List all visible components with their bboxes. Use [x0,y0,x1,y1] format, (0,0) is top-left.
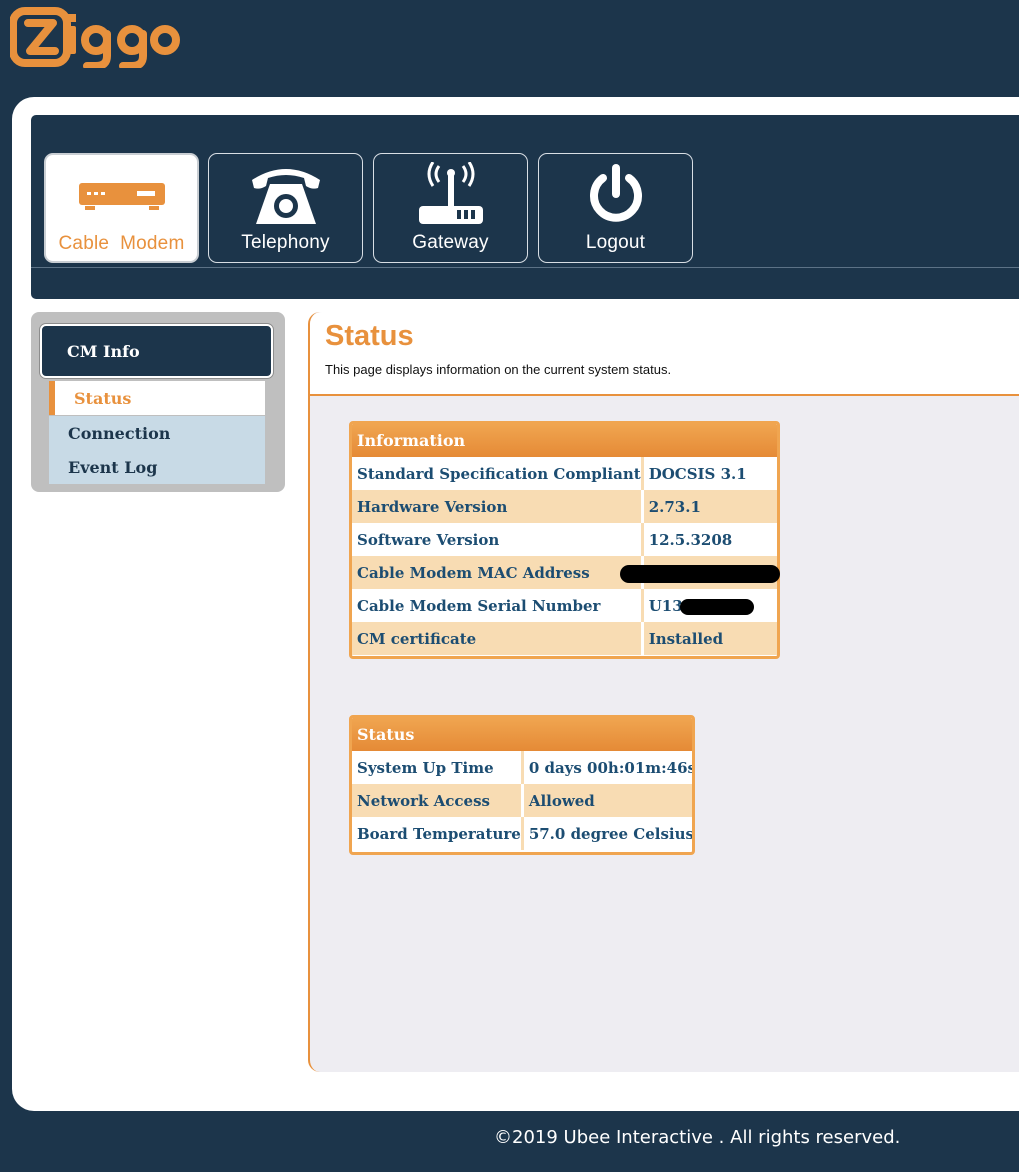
row-label: Cable Modem Serial Number [352,589,643,622]
page-title: Status [325,320,414,352]
nav-logout[interactable]: Logout [538,153,693,263]
ziggo-logo [10,6,180,68]
row-value: DOCSIS 3.1 [640,457,777,490]
page-description: This page displays information on the cu… [325,362,672,377]
nav-logout-label: Logout [585,232,646,253]
sidebar-item-status[interactable]: Status [49,381,265,415]
row-value: Allowed [520,784,692,817]
row-value: 12.5.3208 [640,523,777,556]
nav-gateway[interactable]: Gateway [373,153,528,263]
redaction-mark [680,599,754,615]
top-navigation: Cable Modem Telephony Gateway Logout [31,115,1019,299]
router-wifi-icon [374,160,527,230]
footer-copyright: ©2019 Ubee Interactive . All rights rese… [494,1127,901,1148]
table-row: Board Temperature 57.0 degree Celsius [352,817,692,850]
nav-cable-modem[interactable]: Cable Modem [44,153,199,263]
row-label: Network Access [352,784,523,817]
information-table: Information Standard Specification Compl… [349,421,780,659]
sidebar-item-event-log[interactable]: Event Log [49,450,265,484]
telephone-icon [209,160,362,230]
page-header: Status This page displays information on… [310,312,1019,396]
power-icon [539,160,692,230]
row-label: CM certificate [352,622,643,655]
table-row: Software Version 12.5.3208 [352,523,777,556]
row-label: Standard Specification Compliant [352,457,643,490]
table-row: Network Access Allowed [352,784,692,817]
status-table-header: Status [352,718,692,751]
nav-divider [31,267,1019,268]
row-label: System Up Time [352,751,523,784]
table-row: Hardware Version 2.73.1 [352,490,777,523]
sidebar: CM Info Status Connection Event Log [31,312,285,492]
row-label: Software Version [352,523,643,556]
row-label: Board Temperature [352,817,523,850]
nav-gateway-label: Gateway [412,232,489,253]
nav-telephony-label: Telephony [241,232,330,253]
nav-telephony[interactable]: Telephony [208,153,363,263]
cable-modem-icon [46,161,197,231]
row-value: 2.73.1 [640,490,777,523]
sidebar-header[interactable]: CM Info [40,324,273,378]
row-value: 0 days 00h:01m:46s.00 [520,751,692,784]
row-value: Installed [640,622,777,655]
table-row: Standard Specification Compliant DOCSIS … [352,457,777,490]
redaction-mark [620,565,780,583]
row-value: 57.0 degree Celsius [520,817,692,850]
row-label: Cable Modem MAC Address [352,556,643,589]
nav-cable-modem-label: Cable Modem [58,233,185,254]
table-row: System Up Time 0 days 00h:01m:46s.00 [352,751,692,784]
sidebar-item-connection[interactable]: Connection [49,416,265,450]
status-table: Status System Up Time 0 days 00h:01m:46s… [349,715,695,855]
table-row: CM certificate Installed [352,622,777,655]
row-label: Hardware Version [352,490,643,523]
information-table-header: Information [352,424,777,457]
